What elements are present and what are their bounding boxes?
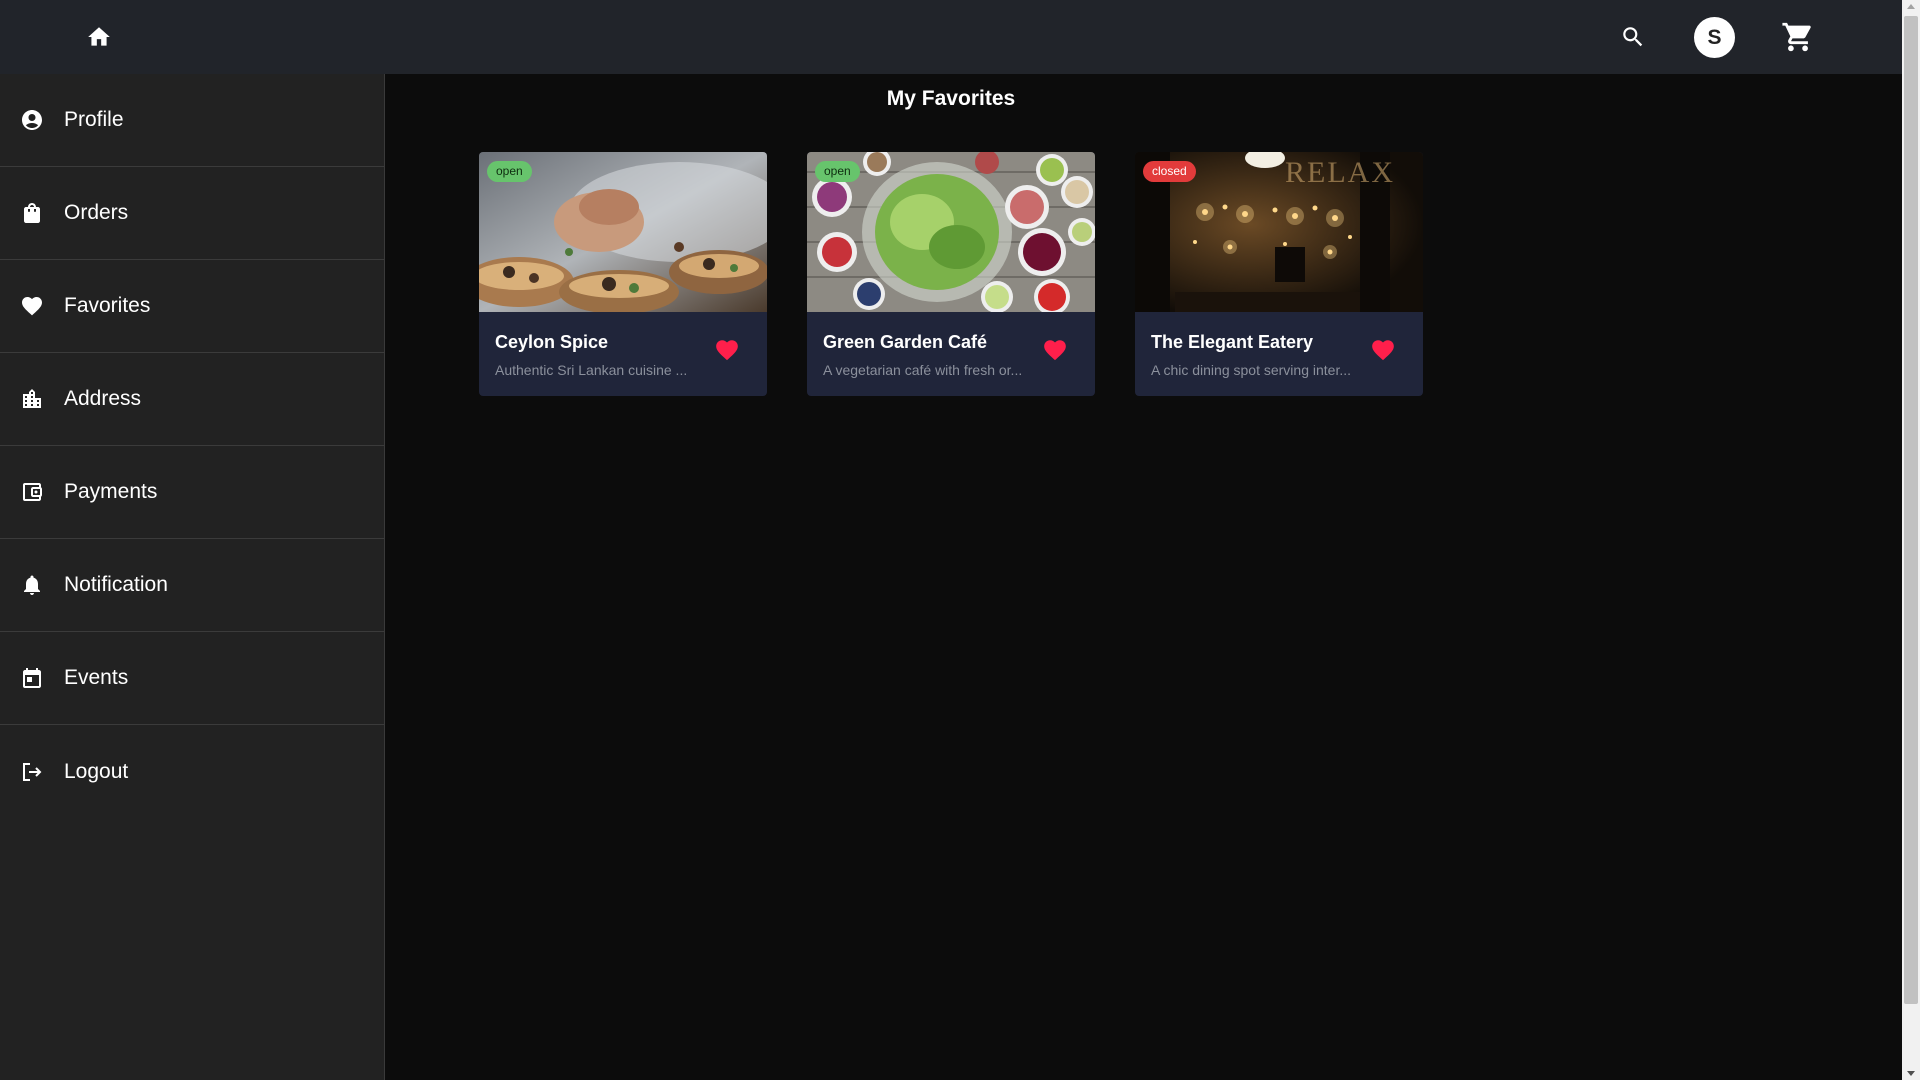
sidebar-item-orders[interactable]: Orders [0,167,384,260]
status-badge: open [487,161,532,182]
restaurant-description: A chic dining spot serving inter... [1151,362,1351,378]
logout-icon [23,762,42,781]
calendar-icon [23,668,41,688]
page-title: My Favorites [886,87,1016,110]
scroll-up-arrow-icon[interactable] [1907,4,1915,9]
cart-icon[interactable] [1781,20,1815,54]
sidebar-item-profile[interactable]: Profile [0,74,384,167]
main-content: My Favorites open Ceylon Spice Authentic… [386,74,1902,1080]
account-circle-icon [22,110,42,130]
sidebar-item-notification[interactable]: Notification [0,539,384,632]
favorite-heart-icon[interactable] [1369,337,1397,363]
sidebar-item-label: Favorites [64,294,151,317]
sidebar-item-favorites[interactable]: Favorites [0,260,384,353]
favorite-heart-icon[interactable] [1041,337,1069,363]
vertical-scrollbar[interactable] [1902,0,1920,1080]
sidebar-item-logout[interactable]: Logout [0,725,384,818]
sidebar-item-label: Payments [64,480,158,503]
restaurant-interior-photo: RELAX closed [1135,152,1423,312]
restaurant-card-the-elegant-eatery[interactable]: RELAX closed The Elegant Eatery A chic d… [1135,152,1423,396]
sidebar: Profile Orders Favorites Address Payment… [0,74,385,1080]
restaurant-card-ceylon-spice[interactable]: open Ceylon Spice Authentic Sri Lankan c… [479,152,767,396]
salad-bowls-photo: open [807,152,1095,312]
sidebar-item-label: Logout [64,759,129,783]
restaurant-name: Ceylon Spice [495,332,609,352]
food-plating-photo: open [479,152,767,312]
wallet-icon [23,483,42,501]
sidebar-item-label: Address [64,387,142,410]
status-badge: closed [1143,161,1196,182]
search-icon[interactable] [1620,24,1646,50]
status-badge: open [815,161,860,182]
shopping-bag-icon [24,203,40,223]
svg-text:RELAX: RELAX [1285,156,1395,189]
favorite-heart-icon[interactable] [713,337,741,363]
restaurant-card-green-garden-cafe[interactable]: open Green Garden Café A vegetarian café… [807,152,1095,396]
sidebar-item-label: Orders [64,201,129,224]
sidebar-item-events[interactable]: Events [0,632,384,725]
sidebar-item-address[interactable]: Address [0,353,384,446]
sidebar-item-label: Notification [64,573,168,596]
bell-icon [24,575,40,595]
scrollbar-thumb[interactable] [1904,16,1918,1004]
restaurant-description: A vegetarian café with fresh or... [823,362,1023,378]
sidebar-item-label: Profile [64,108,124,131]
heart-icon [22,297,42,316]
scroll-down-arrow-icon[interactable] [1907,1071,1915,1076]
location-city-icon [23,389,41,408]
restaurant-name: Green Garden Café [823,332,988,352]
sidebar-item-payments[interactable]: Payments [0,446,384,539]
top-navbar: S [0,0,1902,74]
sidebar-item-label: Events [64,666,129,689]
avatar[interactable]: S [1694,17,1735,58]
restaurant-description: Authentic Sri Lankan cuisine ... [495,362,688,378]
home-icon[interactable] [86,24,112,50]
restaurant-name: The Elegant Eatery [1151,332,1314,352]
